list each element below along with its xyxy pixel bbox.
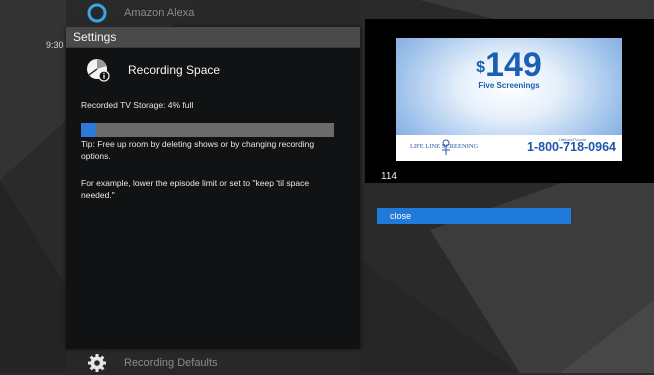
pie-chart-info-icon xyxy=(86,58,110,82)
close-button[interactable]: close xyxy=(377,208,571,224)
channel-number: 114 xyxy=(381,171,397,182)
panel-title: Settings xyxy=(66,27,360,48)
section-title: Recording Space xyxy=(128,63,221,77)
tip-text: Tip: Free up room by deleting shows or b… xyxy=(81,139,315,161)
menu-item-label: Recording Defaults xyxy=(124,356,218,369)
ad-price: $149 xyxy=(396,48,622,82)
storage-progress-bar xyxy=(81,123,334,137)
ad-dollar-sign: $ xyxy=(476,59,486,76)
ad-frame: $149 Five Screenings LIFE LINE SCREENING… xyxy=(396,38,622,161)
ad-phone: 1-800-718-0964 xyxy=(527,140,616,154)
gear-icon xyxy=(86,352,108,374)
storage-progress-fill xyxy=(81,123,97,137)
menu-item-recording-defaults[interactable]: Recording Defaults xyxy=(66,350,360,375)
ad-banner: LIFE LINE SCREENING LifeLineTV.com 1-800… xyxy=(396,135,622,161)
example-text: For example, lower the episode limit or … xyxy=(81,178,310,200)
menu-item-amazon-alexa[interactable]: Amazon Alexa xyxy=(66,0,360,25)
section-header: Recording Space xyxy=(86,58,360,82)
ad-price-value: 149 xyxy=(485,46,542,84)
settings-panel: Settings Recording Space Recorded TV Sto… xyxy=(66,27,360,349)
ad-subtitle: Five Screenings xyxy=(478,81,540,90)
clock: 9:30 xyxy=(46,40,64,50)
alexa-ring-icon xyxy=(86,2,108,24)
ad-logo-icon xyxy=(439,137,453,161)
menu-item-label: Amazon Alexa xyxy=(124,6,195,19)
storage-status: Recorded TV Storage: 4% full xyxy=(81,100,194,110)
live-tv-preview: $149 Five Screenings LIFE LINE SCREENING… xyxy=(365,19,654,183)
